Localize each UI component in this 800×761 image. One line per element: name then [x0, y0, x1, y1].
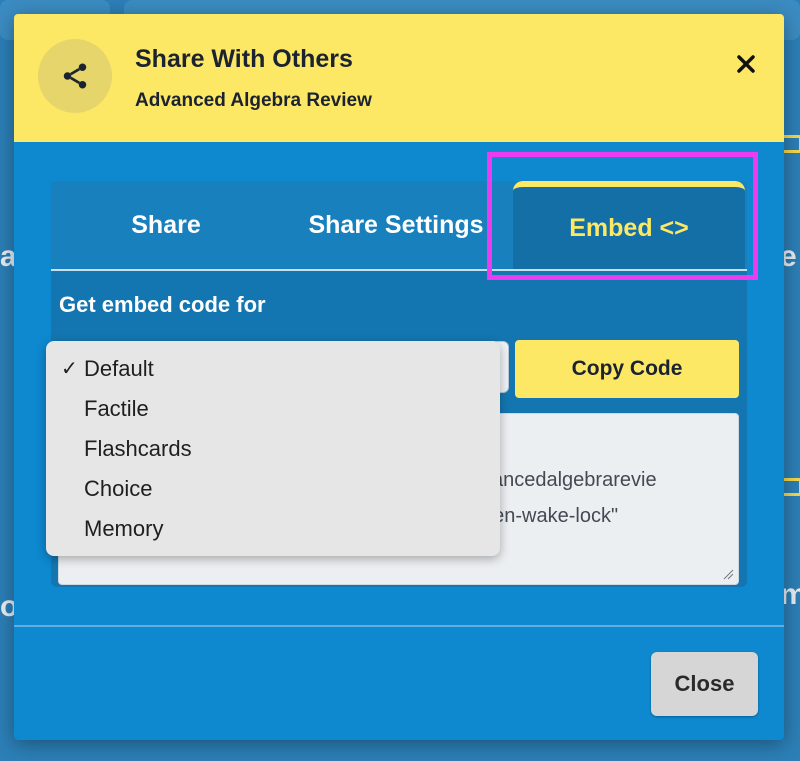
tab-share[interactable]: Share [51, 181, 281, 269]
game-type-dropdown-menu: ✓ Default Factile Flashcards Choice Memo… [46, 341, 500, 556]
dropdown-option-flashcards[interactable]: Flashcards [46, 421, 500, 461]
copy-code-button[interactable]: Copy Code [515, 340, 739, 398]
close-button[interactable]: Close [651, 652, 758, 716]
embed-code-line: een-wake-lock" [482, 505, 619, 527]
close-icon[interactable] [730, 48, 762, 80]
share-icon [38, 39, 112, 113]
dropdown-option-label: Flashcards [84, 436, 192, 461]
dropdown-option-default[interactable]: ✓ Default [46, 341, 500, 381]
resize-grip-icon[interactable] [722, 568, 734, 580]
tab-bar: Share Share Settings Embed <> [51, 181, 747, 269]
modal-header: Share With Others Advanced Algebra Revie… [14, 14, 784, 142]
tab-share-settings[interactable]: Share Settings [281, 181, 511, 269]
dropdown-option-choice[interactable]: Choice [46, 461, 500, 501]
modal-subtitle: Advanced Algebra Review [135, 90, 372, 111]
dropdown-option-memory[interactable]: Memory [46, 501, 500, 541]
tabs-divider [51, 269, 747, 271]
footer-divider [14, 625, 784, 627]
tab-embed[interactable]: Embed <> [513, 181, 745, 269]
dropdown-option-factile[interactable]: Factile [46, 381, 500, 421]
embed-code-line: vancedalgebrarevie [482, 469, 657, 491]
dropdown-option-label: Factile [84, 396, 149, 421]
modal-title: Share With Others [135, 45, 353, 73]
dropdown-option-label: Memory [84, 516, 164, 541]
check-icon: ✓ [61, 358, 78, 380]
embed-code-label: Get embed code for [59, 292, 266, 317]
dropdown-option-label: Default [84, 356, 154, 381]
dropdown-option-label: Choice [84, 476, 153, 501]
